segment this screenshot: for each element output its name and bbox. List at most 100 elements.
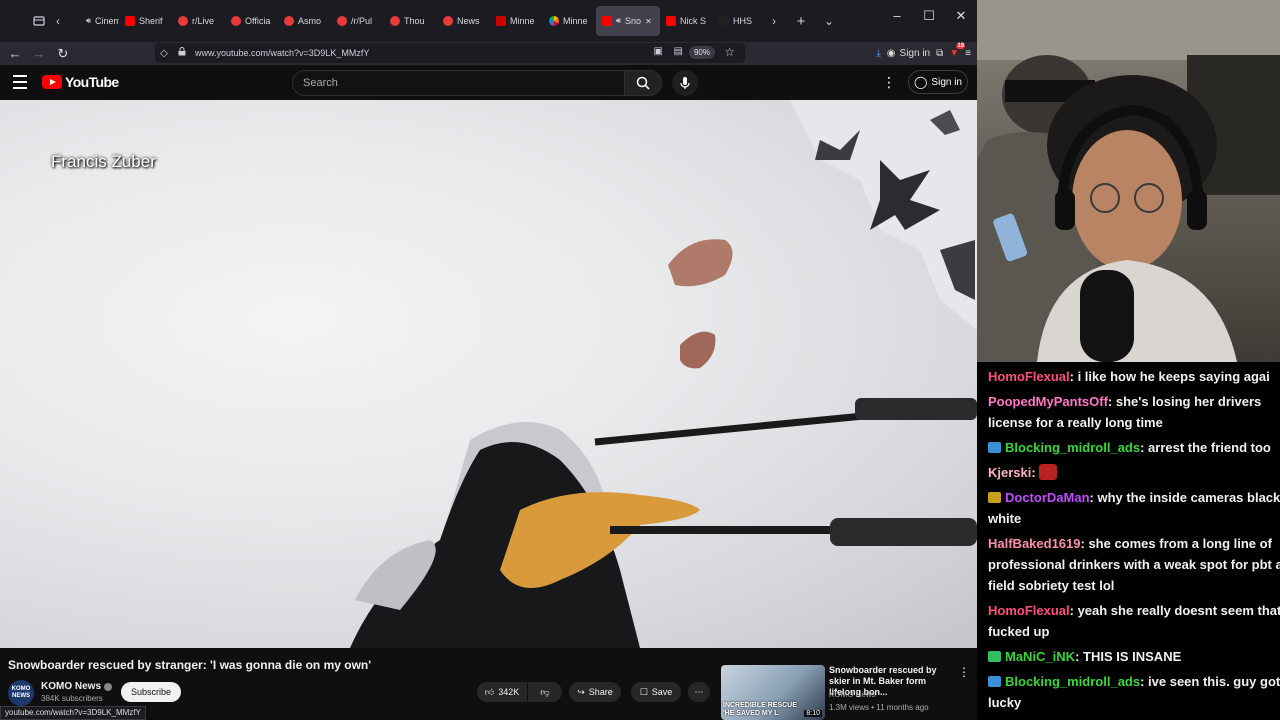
close-tab-icon[interactable]: ✕	[645, 17, 652, 26]
zoom-level[interactable]: 90%	[688, 46, 715, 59]
youtube-signin-button[interactable]: ◯ Sign in	[908, 70, 968, 94]
url-text: www.youtube.com/watch?v=3D9LK_MMzfY	[195, 48, 370, 58]
downloads-icon[interactable]: ⤓	[876, 48, 880, 59]
browser-tab[interactable]: Asmo	[278, 6, 331, 36]
extension-badge[interactable]: ▼ 19	[949, 43, 966, 59]
reader-view-icon[interactable]: ▤	[674, 46, 683, 57]
search-input[interactable]: Search	[292, 70, 625, 96]
like-count: 342K	[498, 687, 520, 697]
video-player[interactable]: Francis Zuber	[0, 100, 977, 648]
webcam-overlay: 20	[977, 0, 1280, 362]
chat-badge-icon	[988, 442, 1001, 453]
tab-label: Nick S	[680, 16, 707, 26]
list-tabs-icon[interactable]: ⌄	[818, 10, 840, 32]
recommended-more-icon[interactable]: ⋮	[958, 665, 970, 679]
cnn-favicon-icon	[496, 16, 506, 26]
speaker-icon[interactable]: 🔊︎	[86, 16, 91, 26]
browser-tab[interactable]: Officia	[225, 6, 278, 36]
tab-label: Thou	[404, 16, 425, 26]
channel-avatar[interactable]: KOMO NEWS	[8, 680, 34, 706]
thumbs-down-icon: 👎︎	[540, 686, 550, 697]
address-bar[interactable]: ◇ www.youtube.com/watch?v=3D9LK_MMzfY ▣ …	[155, 43, 745, 63]
video-title: Snowboarder rescued by stranger: 'I was …	[8, 658, 372, 672]
search-button[interactable]	[624, 70, 662, 96]
verified-icon	[104, 682, 113, 691]
chat-username[interactable]: PoopedMyPantsOff	[988, 394, 1108, 409]
browser-tab[interactable]: 🔊︎ Cinem	[66, 6, 119, 36]
reddit-favicon-icon	[178, 16, 188, 26]
browser-tab[interactable]: Nick S	[660, 6, 713, 36]
minimize-icon[interactable]: –	[881, 8, 913, 24]
chat-username[interactable]: Blocking_midroll_ads	[1005, 440, 1140, 455]
browser-tab[interactable]: /r/Pul	[331, 6, 384, 36]
browser-tab[interactable]: Minne	[490, 6, 543, 36]
save-button[interactable]: ☐ Save	[631, 682, 681, 702]
browser-tab[interactable]: Thou	[384, 6, 437, 36]
tab-manager-icon[interactable]	[28, 10, 50, 32]
reload-icon[interactable]: ↻	[51, 44, 75, 64]
chat-username[interactable]: HomoFlexual	[988, 369, 1070, 384]
tracking-protection-icon[interactable]: ◇	[155, 48, 173, 59]
extension-badge-count: 19	[956, 43, 966, 49]
lock-icon[interactable]	[173, 47, 191, 59]
chat-username[interactable]: DoctorDaMan	[1005, 490, 1090, 505]
chat-username[interactable]: HalfBaked1619	[988, 536, 1081, 551]
chat-username[interactable]: Blocking_midroll_ads	[1005, 674, 1140, 689]
settings-menu-icon[interactable]: ⋮	[882, 73, 896, 91]
thumbs-up-icon: 👍︎	[484, 686, 495, 697]
subscribe-button[interactable]: Subscribe	[121, 682, 181, 702]
scroll-tabs-right-icon[interactable]: ›	[766, 10, 782, 32]
maximize-icon[interactable]: ☐	[913, 8, 945, 24]
forward-icon[interactable]: →	[27, 44, 51, 64]
hamburger-menu-icon[interactable]	[10, 73, 30, 91]
toolbar-right: ⤓ ◉ Sign in ⧉ ▼ 19 ≡	[876, 42, 971, 65]
browser-tab[interactable]: News	[437, 6, 490, 36]
recommended-channel[interactable]: KOMO News	[829, 690, 876, 699]
chat-emote-icon	[1039, 464, 1058, 480]
tab-label: Sherif	[139, 16, 163, 26]
reddit-favicon-icon	[443, 16, 453, 26]
share-button[interactable]: ↪ Share	[569, 682, 621, 702]
chat-username[interactable]: MaNiC_iNK	[1005, 649, 1075, 664]
browser-tab[interactable]: Minne	[543, 6, 596, 36]
close-window-icon[interactable]: ✕	[945, 8, 977, 24]
bookmark-star-icon[interactable]: ☆	[724, 45, 735, 59]
browser-tab[interactable]: HHS	[713, 6, 766, 36]
more-actions-button[interactable]: ⋯	[688, 682, 710, 702]
channel-name[interactable]: KOMO News	[41, 681, 113, 692]
recommended-thumbnail[interactable]: INCREDIBLE RESCUE 'HE SAVED MY L 8:10	[721, 665, 825, 720]
browser-tab[interactable]: Sherif	[119, 6, 172, 36]
channel-avatar-text: KOMO NEWS	[11, 686, 31, 699]
chat-username[interactable]: HomoFlexual	[988, 603, 1070, 618]
stream-chat: HomoFlexual: i like how he keeps saying …	[977, 362, 1280, 720]
browser-window: ‹ 🔊︎ Cinem Sherif r/Live Officia Asmo/r/Pul Th…	[0, 0, 977, 720]
chat-message: HalfBaked1619: she comes from a long lin…	[988, 533, 1280, 596]
extensions-icon[interactable]: ⧉	[936, 48, 943, 59]
like-button[interactable]: 👍︎ 342K	[477, 682, 527, 702]
chat-message: Kjerski:	[988, 462, 1280, 483]
speaker-icon[interactable]: 🔊︎	[616, 16, 621, 26]
browser-tab[interactable]: 🔊︎ Sno ✕	[596, 6, 660, 36]
thumbnail-caption: INCREDIBLE RESCUE 'HE SAVED MY L	[723, 702, 797, 717]
youtube-logo[interactable]: YouTube	[42, 74, 119, 90]
scroll-tabs-left-icon[interactable]: ‹	[50, 10, 66, 32]
share-icon: ↪	[577, 686, 585, 697]
reddit-favicon-icon	[231, 16, 241, 26]
dislike-button[interactable]: 👎︎	[528, 682, 562, 702]
youtube-play-icon	[42, 75, 62, 89]
new-tab-icon[interactable]: +	[790, 10, 812, 32]
tabs: 🔊︎ Cinem Sherif r/Live Officia Asmo/r/Pul Thou…	[66, 6, 766, 36]
voice-search-button[interactable]	[672, 70, 698, 96]
chat-message: DoctorDaMan: why the inside cameras blac…	[988, 487, 1280, 529]
reddit-favicon-icon	[284, 16, 294, 26]
save-icon: ☐	[639, 686, 648, 697]
nbc-favicon-icon	[549, 16, 559, 26]
chat-username[interactable]: Kjerski	[988, 465, 1031, 480]
account-icon: ◉	[886, 48, 896, 59]
back-icon[interactable]: ←	[3, 44, 27, 64]
speaker-favicon-icon	[72, 16, 82, 26]
browser-tab[interactable]: r/Live	[172, 6, 225, 36]
picture-in-picture-icon[interactable]: ▣	[654, 46, 663, 57]
firefox-account-button[interactable]: ◉ Sign in	[887, 48, 930, 59]
app-menu-icon[interactable]: ≡	[965, 48, 971, 59]
